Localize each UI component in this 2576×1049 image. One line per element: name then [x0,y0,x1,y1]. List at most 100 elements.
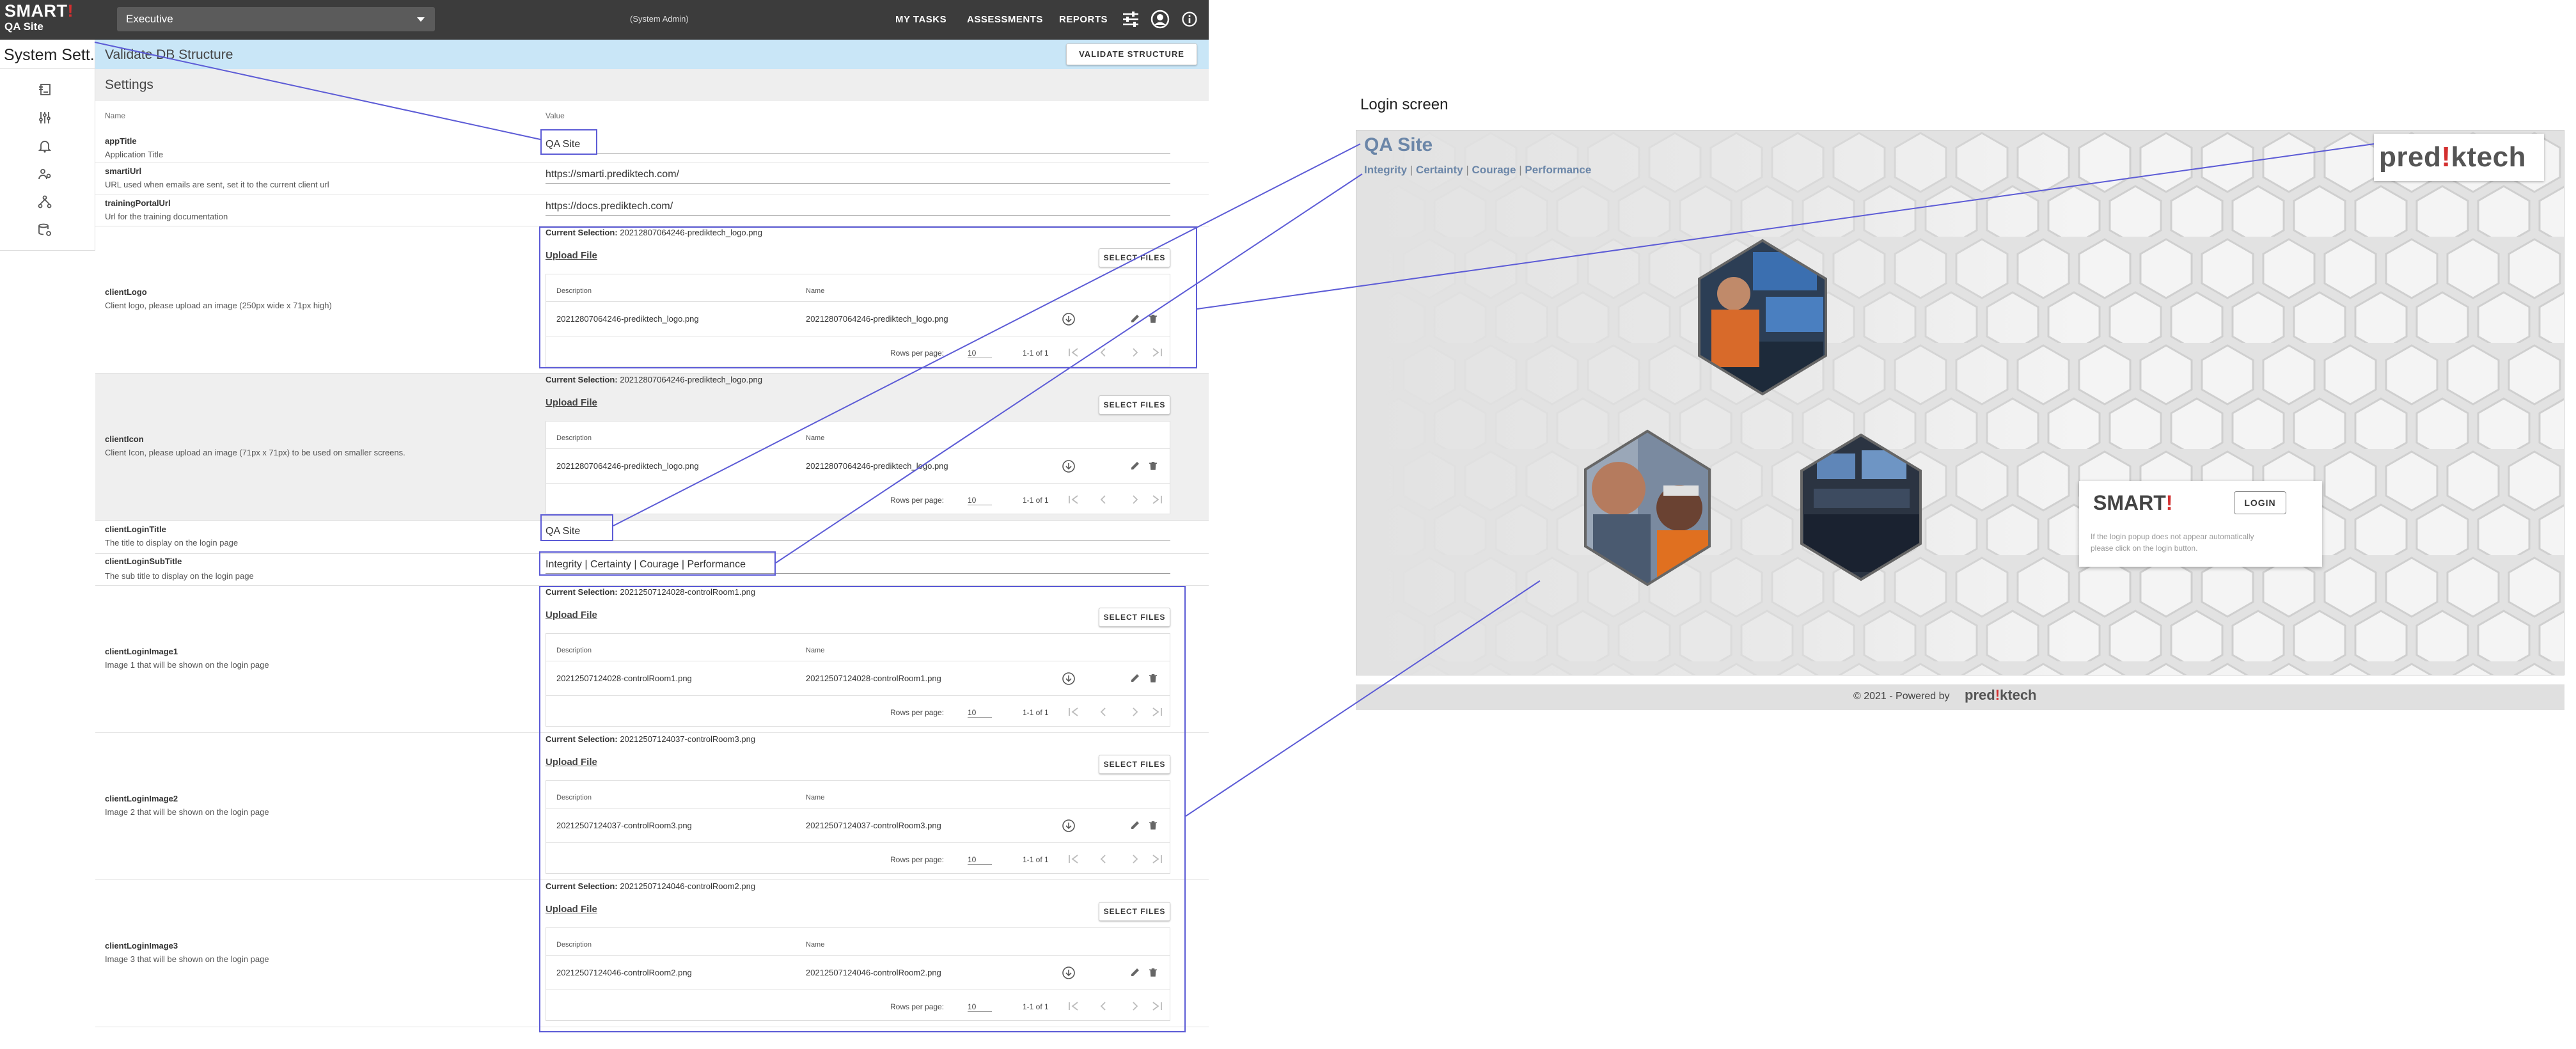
highlight-apptitle [540,129,597,155]
next-page-icon[interactable] [1131,494,1139,505]
login-brand: SMART [2093,491,2166,514]
setting-description: Application Title [105,150,164,159]
select-files-button[interactable]: SELECT FILES [1099,395,1170,414]
setting-name: clientIcon [105,434,144,444]
setting-name: clientLoginImage2 [105,794,178,803]
setting-name: smartiUrl [105,166,142,176]
file-table: Description Name 20212807064246-predikte… [546,421,1170,514]
rows-per-page-select[interactable]: 10 [968,496,992,505]
login-popup-note: If the login popup does not appear autom… [2091,532,2254,553]
input-underline [546,183,1170,184]
login-button[interactable]: LOGIN [2234,491,2286,514]
organization-value: Executive [126,13,173,25]
login-card: SMART! LOGIN If the login popup does not… [2079,481,2322,567]
file-name: 20212807064246-prediktech_logo.png [806,461,948,471]
sliders-icon[interactable] [37,110,52,125]
setting-row-clientLoginTitle: clientLoginTitle The title to display on… [95,521,1209,554]
setting-name: clientLoginSubTitle [105,556,182,566]
nav-my-tasks[interactable]: MY TASKS [895,14,946,25]
nav-reports[interactable]: REPORTS [1059,14,1108,25]
col-name: Name [806,434,825,442]
setting-description: Client Icon, please upload an image (71p… [105,448,405,457]
sidebar-title: System Sett... [0,40,95,69]
settings-list-icon[interactable] [37,82,52,97]
prev-page-icon[interactable] [1099,494,1107,505]
col-description: Description [556,434,592,442]
trainingportalurl-input[interactable]: https://docs.prediktech.com/ [546,201,673,212]
setting-row-appTitle: appTitle Application Title [95,130,1209,162]
file-description: 20212807064246-prediktech_logo.png [556,461,699,471]
edit-icon[interactable] [1129,460,1141,471]
divider [546,483,1170,484]
login-screen-label: Login screen [1360,96,1449,113]
input-underline [546,215,1170,216]
setting-description: Image 1 that will be shown on the login … [105,660,269,670]
subtitle-part: Courage [1472,164,1516,176]
footer-logo-a: pred [1965,687,1995,703]
highlight-clientlogo [539,226,1197,368]
validate-structure-button[interactable]: VALIDATE STRUCTURE [1066,43,1197,65]
footer-copyright: © 2021 - Powered by [1853,691,1950,702]
setting-description: Image 2 that will be shown on the login … [105,807,269,817]
rows-per-page-label: Rows per page: [890,496,945,505]
setting-name: clientLoginImage3 [105,941,178,950]
delete-icon[interactable] [1147,460,1159,471]
highlight-loginimages [539,586,1186,1032]
setting-description: Url for the training documentation [105,212,228,221]
sidebar: System Sett... [0,40,95,251]
smartiurl-input[interactable]: https://smarti.prediktech.com/ [546,169,679,180]
page-title: Validate DB Structure [105,47,233,62]
setting-name: clientLoginImage1 [105,647,178,656]
last-page-icon[interactable] [1151,494,1163,505]
dropdown-caret-icon [417,17,425,22]
logo-text-b: ktech [2451,141,2526,173]
current-selection-file: 20212807064246-prediktech_logo.png [620,375,762,384]
subtitle-part: Integrity [1364,164,1408,176]
highlight-clientloginsubtitle [539,551,776,576]
hierarchy-icon[interactable] [37,194,52,210]
login-title: QA Site [1364,134,1433,155]
pagination-range: 1-1 of 1 [1023,496,1049,505]
nav-assessments[interactable]: ASSESSMENTS [967,14,1043,25]
setting-description: The title to display on the login page [105,538,239,548]
setting-description: URL used when emails are sent, set it to… [105,180,329,189]
setting-name: clientLoginTitle [105,524,166,534]
setting-description: Image 3 that will be shown on the login … [105,954,269,964]
first-page-icon[interactable] [1067,494,1080,505]
logo-text-a: pred [2379,141,2442,173]
brand-bang: ! [67,1,74,20]
top-bar: SMART! QA Site Executive (System Admin) … [0,0,1209,40]
footer-logo-bang: ! [1995,687,2000,703]
footer-logo: pred!ktech [1965,687,2037,704]
settings-section-header: Settings [95,69,1209,101]
account-icon[interactable] [1150,9,1170,29]
current-selection: Current Selection: 20212807064246-predik… [546,375,762,384]
users-gear-icon[interactable] [37,166,52,182]
footer-logo-b: ktech [2000,687,2037,703]
brand[interactable]: SMART! QA Site [4,1,74,33]
divider [546,448,1170,449]
setting-name: appTitle [105,136,137,146]
setting-description: The sub title to display on the login pa… [105,571,254,581]
user-role: (System Admin) [630,14,689,24]
login-brand-bang: ! [2165,491,2173,514]
download-icon[interactable] [1061,459,1076,474]
bell-icon[interactable] [37,138,52,154]
site-name: QA Site [4,20,43,33]
hexagon-background [1356,130,2564,675]
column-header-value: Value [546,111,565,120]
info-icon[interactable] [1181,10,1198,28]
subtitle-part: Performance [1525,164,1592,176]
login-subtitle: Integrity | Certainty | Courage | Perfor… [1364,164,1592,176]
section-title: Settings [105,77,153,92]
client-logo: pred!ktech [2374,134,2544,181]
tune-icon[interactable] [1120,9,1141,29]
logo-bang: ! [2441,141,2451,173]
database-settings-icon[interactable] [37,223,52,238]
current-selection-label: Current Selection: [546,375,618,384]
file-widget-clientIcon: Current Selection: 20212807064246-predik… [546,375,1170,516]
organization-select[interactable]: Executive [117,7,435,31]
column-header-name: Name [105,111,126,120]
subtitle-part: Certainty [1415,164,1463,176]
upload-file-link[interactable]: Upload File [546,397,597,408]
